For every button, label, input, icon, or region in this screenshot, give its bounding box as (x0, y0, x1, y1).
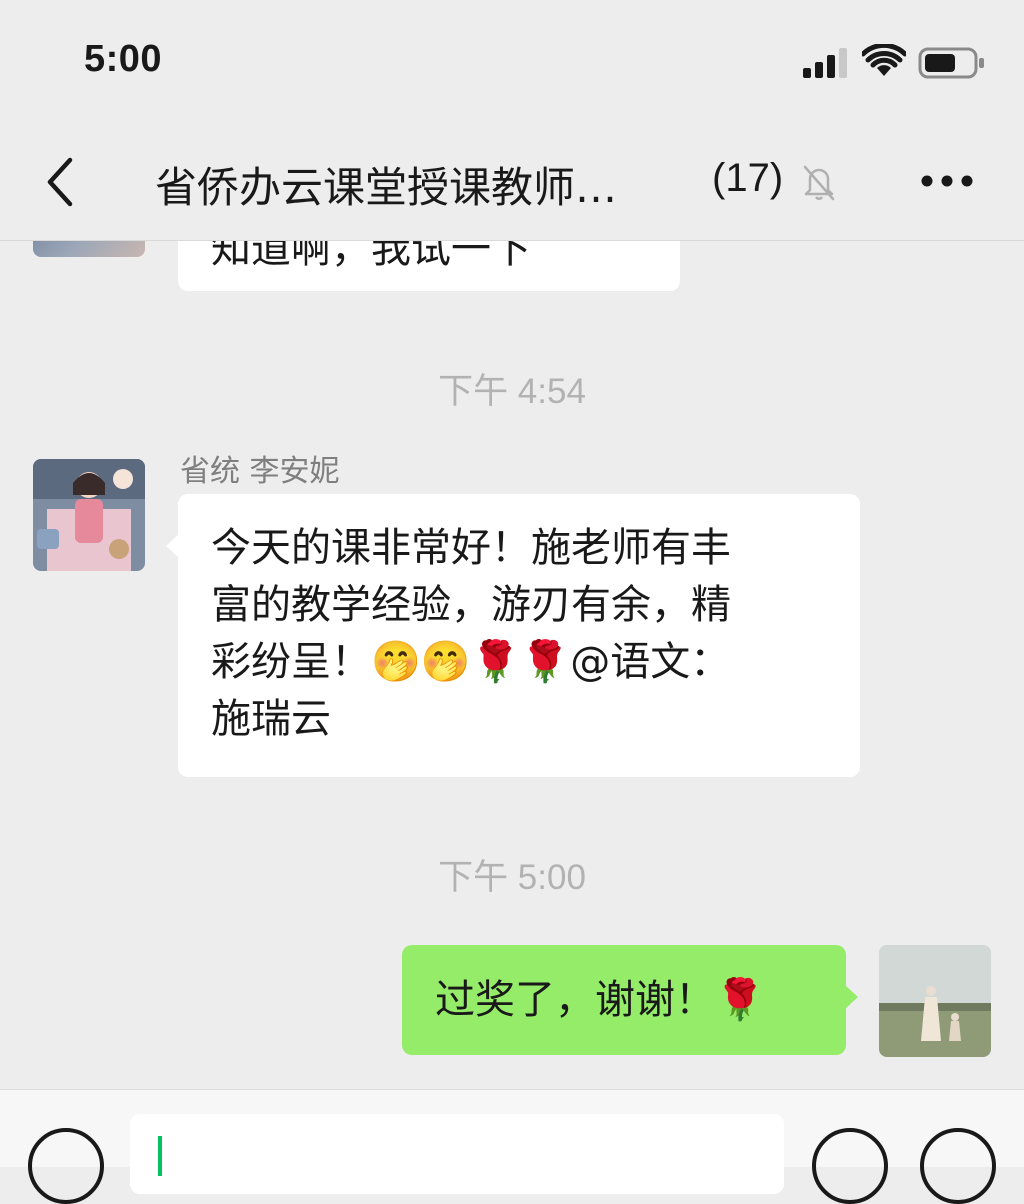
message-bubble-received[interactable]: 今天的课非常好！施老师有丰 富的教学经验，游刃有余，精 彩纷呈！🤭🤭🌹🌹@语文：… (166, 494, 860, 777)
message-line: 富的教学经验，游刃有余，精 (211, 582, 731, 628)
message-text-previous: 知道啊，我试一下 (211, 241, 531, 272)
bell-slash-icon (803, 165, 835, 201)
chat-header: 省侨办云课堂授课教师… (17) (0, 130, 1024, 241)
status-time: 5:00 (84, 38, 163, 80)
wifi-icon (862, 44, 906, 76)
emoji-face-icon[interactable] (812, 1128, 888, 1204)
timestamp: 下午 5:00 (438, 858, 586, 897)
message-line: 彩纷呈！🤭🤭🌹🌹@语文： (211, 639, 731, 685)
avatar-sender[interactable] (33, 459, 145, 571)
voice-icon[interactable] (28, 1128, 104, 1204)
message-line: 今天的课非常好！施老师有丰 (211, 525, 731, 571)
message-text: 过奖了，谢谢！🌹 (435, 977, 765, 1023)
avatar-prev-sender[interactable] (33, 241, 145, 257)
timestamp: 下午 4:54 (438, 372, 586, 411)
more-dots-icon[interactable] (920, 174, 974, 188)
cellular-signal-icon (803, 48, 847, 78)
message-text: 今天的课非常好！施老师有丰 富的教学经验，游刃有余，精 彩纷呈！🤭🤭🌹🌹@语文：… (211, 520, 731, 748)
input-bar (0, 1089, 1024, 1204)
member-count: (17) (712, 156, 784, 200)
battery-icon (918, 47, 984, 79)
status-bar: 5:00 (0, 0, 1024, 130)
sender-name: 省统 李安妮 (180, 454, 340, 489)
message-bubble-previous[interactable]: 知道啊，我试一下 (178, 241, 680, 291)
message-line: 施瑞云 (211, 696, 331, 742)
chevron-left-icon[interactable] (40, 152, 80, 212)
message-input[interactable] (130, 1114, 784, 1194)
text-caret (158, 1136, 162, 1176)
avatar-self[interactable] (879, 945, 991, 1057)
chat-title[interactable]: 省侨办云课堂授课教师… (155, 154, 617, 215)
message-list[interactable]: 知道啊，我试一下 下午 4:54 省统 李安妮 今天的课非常好！施老师有丰 富的… (0, 241, 1024, 1089)
plus-icon[interactable] (920, 1128, 996, 1204)
message-bubble-sent[interactable]: 过奖了，谢谢！🌹 (402, 945, 858, 1055)
